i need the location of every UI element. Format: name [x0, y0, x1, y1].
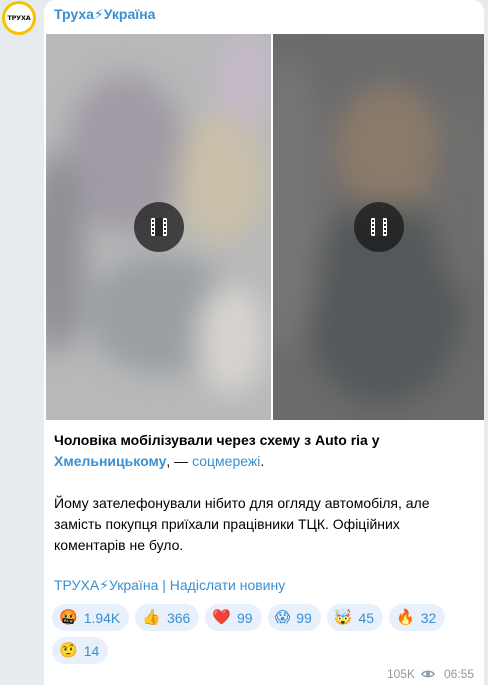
message-time: 06:55 — [443, 667, 474, 681]
separator-text: , — — [166, 453, 193, 469]
video-thumbnail-2[interactable] — [273, 34, 484, 420]
reaction-scream[interactable]: 😱 99 — [267, 604, 321, 631]
eye-icon — [421, 670, 435, 678]
angry-face-icon: 🤬 — [59, 608, 78, 626]
reaction-count: 14 — [83, 642, 100, 659]
message-meta: 105K 06:55 — [387, 667, 474, 681]
channel-footer-link[interactable]: ТРУХА⚡Україна — [54, 577, 158, 593]
reaction-count: 99 — [237, 609, 253, 626]
raised-eyebrow-face-icon: 🤨 — [59, 641, 78, 659]
footer-separator: | — [158, 577, 170, 593]
video-play-button-2[interactable] — [353, 202, 404, 252]
submit-news-link[interactable]: Надіслати новину — [170, 577, 285, 593]
headline-text: Чоловіка мобілізували через схему з Auto… — [54, 432, 380, 448]
video-play-button-1[interactable] — [133, 202, 184, 252]
media-group — [46, 34, 484, 420]
city-link[interactable]: Хмельницькому — [54, 453, 166, 469]
reaction-angry[interactable]: 🤬 1.94K — [52, 604, 130, 631]
footer-links: ТРУХА⚡Україна | Надіслати новину — [54, 577, 285, 594]
reaction-count: 45 — [358, 609, 375, 626]
film-icon — [150, 218, 167, 236]
heart-icon: ❤️ — [212, 608, 232, 626]
source-link[interactable]: соцмережі — [192, 453, 260, 469]
exploding-head-icon: 🤯 — [333, 608, 353, 626]
reaction-fire[interactable]: 🔥 32 — [389, 604, 446, 631]
reaction-mind-blown[interactable]: 🤯 45 — [326, 604, 384, 631]
view-count: 105K — [386, 667, 415, 681]
period-text: . — [260, 453, 265, 469]
message-text: Чоловіка мобілізували через схему з Auto… — [54, 430, 474, 556]
channel-title[interactable]: Труха⚡Україна — [54, 6, 155, 23]
message-bubble: Труха⚡Україна Чоловіка мобілізували чере… — [44, 0, 484, 685]
reaction-heart[interactable]: ❤️ 99 — [205, 604, 262, 631]
reaction-thumbs-up[interactable]: 👍 366 — [135, 604, 200, 631]
reaction-count: 366 — [166, 609, 191, 626]
reaction-count: 99 — [296, 609, 312, 626]
scream-face-icon: 😱 — [274, 608, 291, 626]
reaction-count: 1.94K — [83, 609, 121, 626]
thumbs-up-icon: 👍 — [142, 608, 161, 626]
reactions-bar: 🤬 1.94K 👍 366 ❤️ 99 😱 99 🤯 45 🔥 32 🤨 14 — [52, 604, 472, 664]
reaction-raised-eyebrow[interactable]: 🤨 14 — [52, 637, 109, 664]
channel-avatar[interactable]: ТРУХА — [2, 1, 36, 35]
fire-icon: 🔥 — [396, 608, 415, 626]
body-paragraph: Йому зателефонували нібито для огляду ав… — [54, 495, 430, 553]
film-icon — [370, 218, 387, 236]
reaction-count: 32 — [420, 609, 437, 626]
channel-avatar-logo: ТРУХА — [5, 4, 33, 32]
video-thumbnail-1[interactable] — [46, 34, 271, 420]
